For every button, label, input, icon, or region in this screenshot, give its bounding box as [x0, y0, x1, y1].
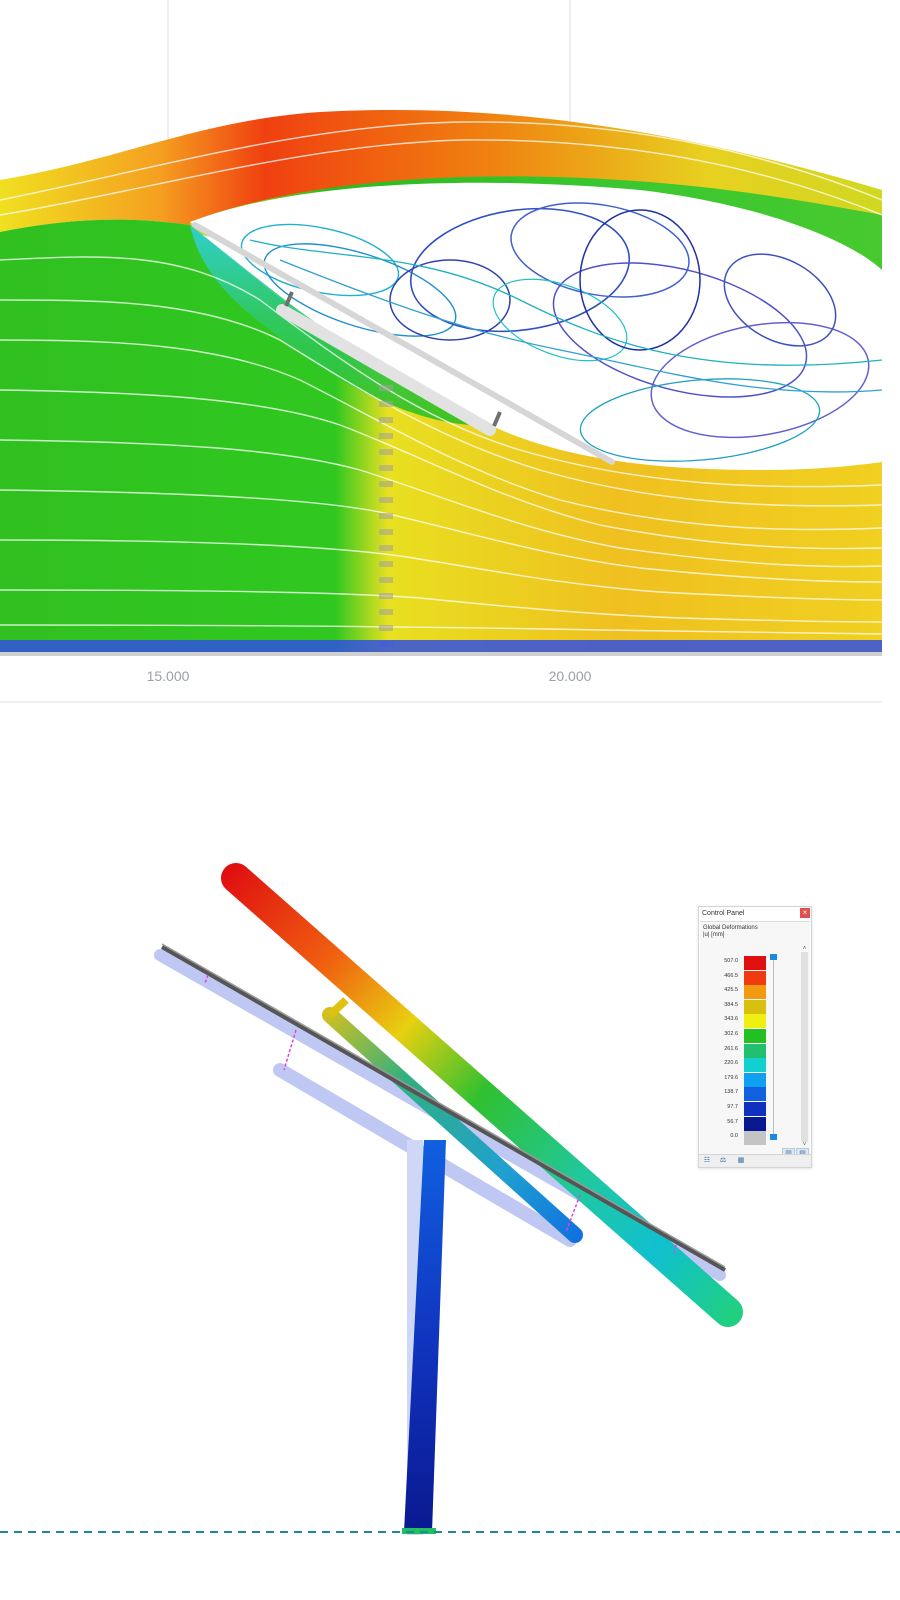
close-icon[interactable]: ×: [800, 908, 810, 918]
scale-value: 384.5: [724, 1001, 738, 1008]
scale-min-handle[interactable]: [770, 1134, 777, 1140]
cfd-streamline-view[interactable]: 15.000 20.000: [0, 0, 882, 715]
control-panel-toolbar: ☷ ⚖ ▦: [699, 1154, 811, 1167]
scale-color-swatch: [744, 1131, 766, 1146]
x-axis-tick-15000: 15.000: [146, 668, 190, 684]
scale-color-swatch: [744, 1058, 766, 1073]
unit-label: |u| [mm]: [703, 932, 725, 938]
list-tree-icon[interactable]: ☷: [700, 1156, 714, 1165]
scale-value: 302.6: [724, 1031, 738, 1037]
scale-value: 0.0: [730, 1133, 738, 1140]
x-axis-tick-20000: 20.000: [548, 668, 592, 684]
scale-value: 343.6: [724, 1016, 738, 1023]
balance-icon[interactable]: ⚖: [716, 1156, 730, 1165]
scale-color-swatch: [744, 1072, 766, 1087]
ground-strip: [0, 640, 882, 652]
control-panel-title: Control Panel: [702, 910, 745, 917]
scale-color-swatch: [744, 1087, 766, 1102]
scale-color-swatch: [744, 1102, 766, 1116]
scrollbar[interactable]: [801, 952, 808, 1142]
scale-value: 261.6: [724, 1045, 738, 1052]
scale-color-swatch: [744, 1014, 766, 1029]
streamline-plot: [0, 0, 882, 703]
scale-value: 466.5: [724, 972, 738, 979]
scale-color-swatch: [744, 1029, 766, 1043]
scale-value: 179.6: [724, 1074, 738, 1081]
scale-value: 220.6: [724, 1060, 738, 1067]
color-scale-panel: Global Deformations |u| [mm] 507.0 466.5 4…: [700, 921, 810, 1160]
scale-color-swatch: [744, 956, 766, 970]
scale-color-swatch: [744, 999, 766, 1014]
scale-slider-track[interactable]: [773, 957, 774, 1137]
scale-color-swatch: [744, 970, 766, 985]
scale-color-swatch: [744, 1116, 766, 1131]
rail: [161, 945, 726, 1272]
scale-color-swatch: [744, 985, 766, 1000]
result-type-label: Global Deformations: [703, 925, 758, 931]
scale-value: 425.5: [724, 987, 738, 994]
chart-icon[interactable]: ▦: [734, 1156, 748, 1165]
scroll-up-icon[interactable]: ˄: [801, 946, 808, 952]
scale-color-swatch: [744, 1043, 766, 1058]
scale-value: 56.7: [727, 1118, 738, 1125]
scale-value: 97.7: [727, 1104, 738, 1110]
scale-value: 138.7: [724, 1089, 738, 1096]
control-panel[interactable]: Control Panel × Global Deformations |u| …: [698, 906, 812, 1168]
scale-max-handle[interactable]: [770, 954, 777, 960]
scale-value: 507.0: [724, 958, 738, 964]
